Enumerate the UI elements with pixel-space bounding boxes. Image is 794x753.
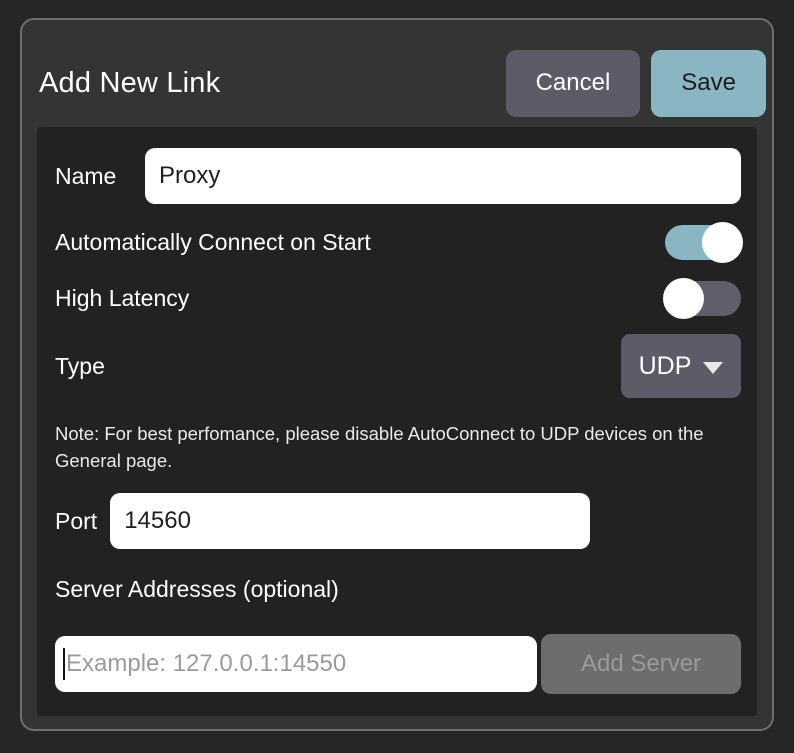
save-button[interactable]: Save	[651, 50, 766, 117]
name-label: Name	[55, 163, 145, 190]
port-label: Port	[55, 508, 97, 535]
type-label: Type	[55, 353, 105, 380]
auto-connect-toggle[interactable]	[665, 225, 741, 260]
server-address-row: Add Server	[55, 634, 741, 694]
type-dropdown[interactable]: UDP	[621, 334, 741, 398]
toggle-knob	[702, 222, 743, 263]
auto-connect-label: Automatically Connect on Start	[55, 229, 371, 256]
high-latency-toggle[interactable]	[665, 281, 741, 316]
type-row: Type UDP	[55, 334, 741, 398]
udp-performance-note: Note: For best perfomance, please disabl…	[55, 420, 731, 474]
server-address-input[interactable]	[55, 636, 537, 692]
toggle-knob	[663, 278, 704, 319]
add-server-button[interactable]: Add Server	[541, 634, 741, 694]
text-cursor	[63, 648, 65, 680]
type-dropdown-value: UDP	[639, 352, 692, 381]
high-latency-label: High Latency	[55, 285, 189, 312]
dialog-title: Add New Link	[39, 67, 220, 100]
auto-connect-row: Automatically Connect on Start	[55, 224, 741, 260]
link-settings-panel: Name Automatically Connect on Start High…	[37, 127, 757, 716]
chevron-down-icon	[703, 362, 723, 374]
server-address-input-wrap	[55, 636, 537, 692]
server-addresses-label: Server Addresses (optional)	[55, 576, 741, 603]
name-row: Name	[55, 148, 741, 204]
name-input[interactable]	[145, 148, 741, 204]
header-buttons: Cancel Save	[506, 50, 766, 117]
port-row: Port	[55, 493, 741, 549]
dialog-header: Add New Link Cancel Save	[22, 20, 772, 124]
high-latency-row: High Latency	[55, 280, 741, 316]
port-input[interactable]	[110, 493, 590, 549]
cancel-button[interactable]: Cancel	[506, 50, 641, 117]
add-new-link-dialog: Add New Link Cancel Save Name Automatica…	[20, 18, 774, 731]
